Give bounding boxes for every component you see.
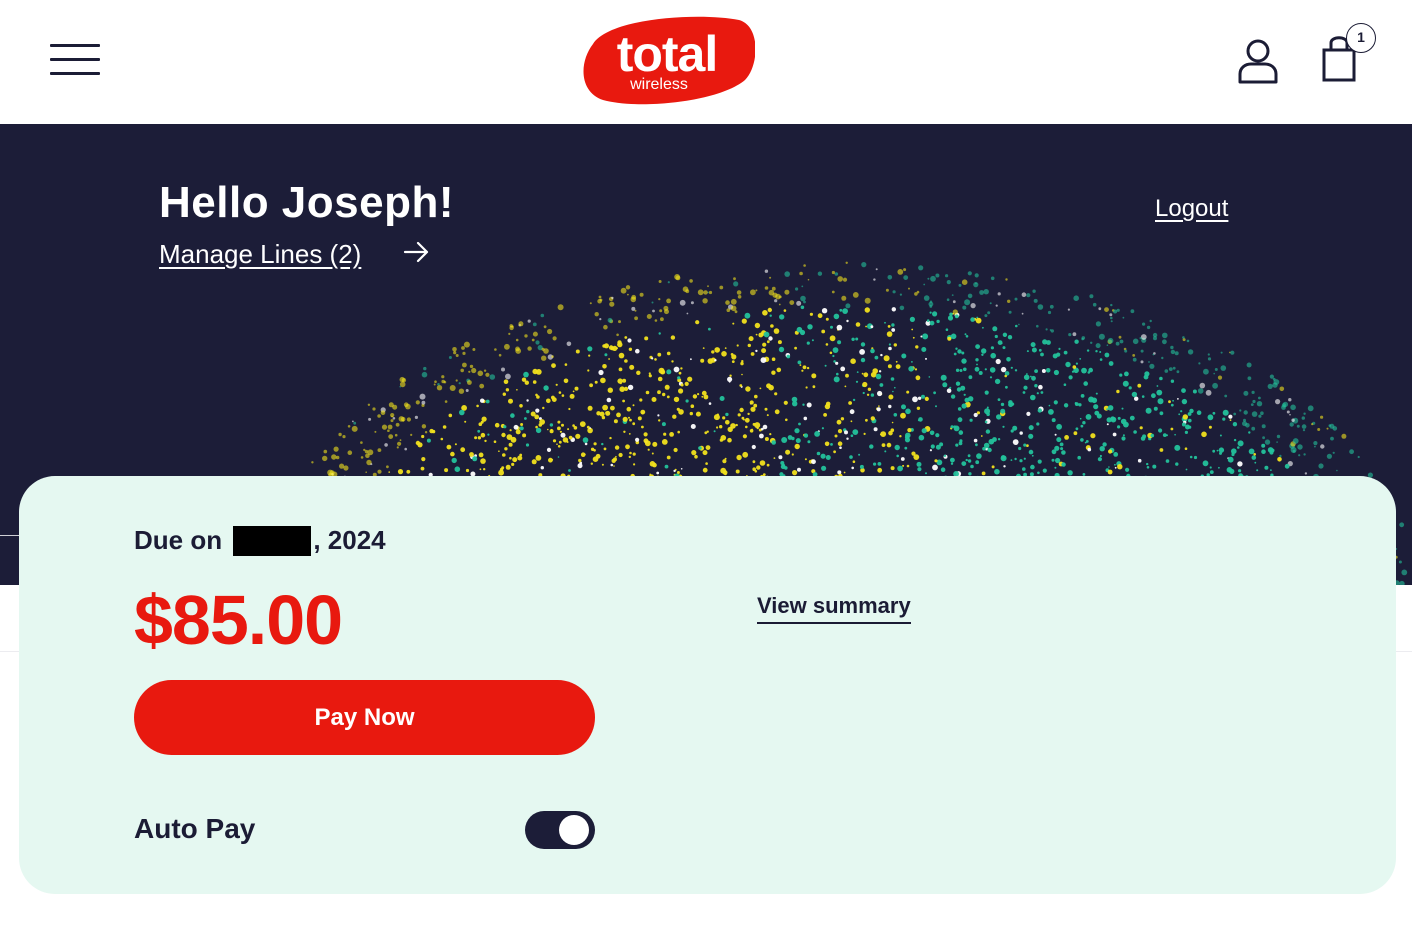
due-date: Due on , 2024 [134,524,386,556]
view-summary-link[interactable]: View summary [757,592,911,624]
logo-wordmark: total [616,26,719,82]
manage-lines-link[interactable]: Manage Lines (2) [159,238,361,270]
divider [0,535,20,536]
total-wireless-logo[interactable]: total wireless [579,14,755,106]
autopay-toggle[interactable] [525,811,595,849]
user-icon[interactable] [1237,38,1279,84]
bill-card: Due on , 2024 $85.00 View summary Pay No… [19,476,1396,894]
hamburger-menu-icon[interactable] [50,44,100,76]
cart-count-badge: 1 [1346,23,1376,53]
amount-due: $85.00 [134,581,343,659]
due-prefix: Due on [134,525,223,555]
logo-subtext: wireless [630,76,688,93]
site-header: total wireless 1 [0,0,1412,124]
arrow-right-icon[interactable] [403,238,431,266]
autopay-label: Auto Pay [134,813,256,844]
logout-link[interactable]: Logout [1155,194,1228,224]
toggle-knob [559,815,589,845]
cart-button[interactable]: 1 [1318,22,1380,84]
due-year: , 2024 [313,525,386,555]
greeting-heading: Hello Joseph! [159,178,454,227]
pay-now-button[interactable]: Pay Now [134,680,595,755]
redacted-date [233,526,312,556]
